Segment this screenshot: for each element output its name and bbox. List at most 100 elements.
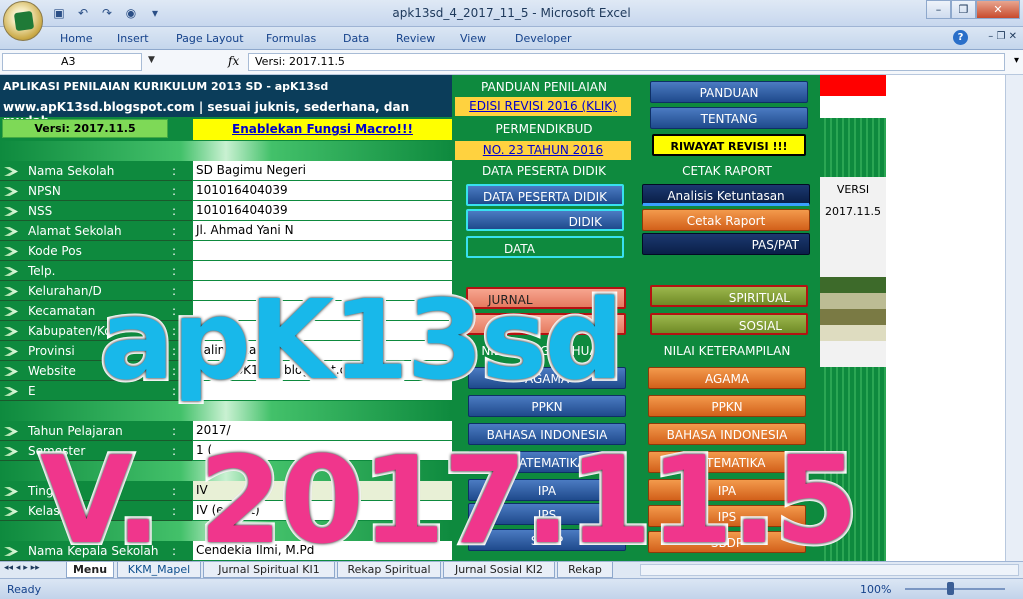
sheet-nav-arrows[interactable]: ◂◂ ◂ ▸ ▸▸ — [4, 563, 40, 573]
field-label: Kelas — [28, 504, 60, 518]
field-label: Kode Pos — [28, 244, 82, 258]
sosial-button[interactable]: SOSIAL — [650, 313, 808, 335]
subject-button[interactable]: PPKN — [468, 395, 626, 417]
field-value[interactable]: IV — [193, 481, 452, 500]
field-row: Kabupaten/Ko: — [0, 321, 192, 341]
version-cell[interactable]: Versi: 2017.11.5 — [2, 119, 168, 138]
field-label: NSS — [28, 204, 53, 218]
worksheet: APLIKASI PENILAIAN KURIKULUM 2013 SD - a… — [0, 75, 1023, 561]
field-value[interactable]: Jl. Ahmad Yani N — [193, 221, 452, 240]
tab-review[interactable]: Review — [396, 32, 435, 45]
pas-pat-button[interactable]: PAS/PAT — [642, 233, 810, 255]
subject-button[interactable]: IPA — [648, 479, 806, 501]
field-label: Kabupaten/Ko — [28, 324, 112, 338]
office-button[interactable] — [3, 1, 43, 41]
zoom-slider-handle[interactable] — [947, 582, 954, 595]
field-row: Tahun Pelajaran: — [0, 421, 192, 441]
subject-button[interactable]: SBDP — [648, 531, 806, 553]
ribbon-window-controls[interactable]: – ❐ ✕ — [988, 31, 1017, 42]
formula-input[interactable]: Versi: 2017.11.5 — [248, 53, 1005, 71]
field-value[interactable]: Kalimantan Timur — [193, 341, 452, 360]
tab-insert[interactable]: Insert — [117, 32, 149, 45]
close-button[interactable]: ✕ — [976, 0, 1020, 19]
color-band — [820, 293, 886, 309]
sheet-tab-menu[interactable]: Menu — [66, 562, 114, 578]
tentang-button[interactable]: TENTANG — [650, 107, 808, 129]
tab-developer[interactable]: Developer — [515, 32, 572, 45]
tab-page-layout[interactable]: Page Layout — [176, 32, 244, 45]
panduan-button[interactable]: PANDUAN — [650, 81, 808, 103]
field-value[interactable]: IV (empat) — [193, 501, 452, 520]
field-value[interactable]: 2017/ — [193, 421, 452, 440]
subject-button[interactable]: SBDP — [468, 529, 626, 551]
field-value[interactable]: www.apK13sd.blogspot.com — [193, 361, 452, 380]
field-row: Nama Kepala Sekolah: — [0, 541, 192, 561]
subject-button[interactable]: BAHASA INDONESIA — [468, 423, 626, 445]
empty-grid-area — [886, 75, 1023, 561]
expand-formula-icon[interactable]: ▾ — [1014, 55, 1019, 66]
sheet-tab-jurnal-spiritual[interactable]: Jurnal Spiritual KI1 — [203, 562, 335, 578]
sosial-mid-button[interactable]: SOSIAL — [466, 313, 626, 335]
data-peserta-button[interactable]: DATA PESERTA DIDIK — [466, 184, 624, 206]
sheet-tab-kkm[interactable]: KKM_Mapel — [117, 562, 201, 578]
field-value[interactable] — [193, 381, 452, 400]
data-button[interactable]: DATA — [466, 236, 624, 258]
chevron-right-icon — [4, 187, 18, 196]
chevron-down-icon[interactable]: ▼ — [148, 55, 155, 65]
field-value[interactable] — [193, 281, 452, 300]
enable-macro-link[interactable]: Enablekan Fungsi Macro!!! — [193, 119, 452, 140]
riwayat-revisi-button[interactable]: RIWAYAT REVISI !!! — [652, 134, 806, 156]
subject-button[interactable]: PPKN — [648, 395, 806, 417]
spiritual-button[interactable]: SPIRITUAL — [650, 285, 808, 307]
subject-button[interactable]: IPS — [648, 505, 806, 527]
name-box[interactable]: A3 — [2, 53, 142, 71]
help-icon[interactable]: ? — [953, 30, 968, 45]
restore-button[interactable]: ❐ — [951, 0, 976, 19]
horizontal-scrollbar[interactable] — [640, 564, 1019, 576]
title-bar: ▣ ↶ ↷ ◉ ▾ apk13sd_4_2017_11_5 - Microsof… — [0, 0, 1023, 41]
field-value[interactable] — [193, 301, 452, 320]
field-value[interactable] — [193, 241, 452, 260]
field-value[interactable]: 101016404039 — [193, 201, 452, 220]
analisis-ketuntasan-button[interactable]: Analisis Ketuntasan — [642, 184, 810, 206]
tab-formulas[interactable]: Formulas — [266, 32, 316, 45]
sheet-tab-jurnal-sosial[interactable]: Jurnal Sosial KI2 — [443, 562, 555, 578]
panduan-penilaian-label: PANDUAN PENILAIAN — [452, 77, 636, 97]
cetak-raport-button[interactable]: Cetak Raport — [642, 209, 810, 231]
vertical-scrollbar[interactable] — [1005, 75, 1023, 561]
subject-button[interactable]: IPS — [468, 503, 626, 525]
peserta-didik-button[interactable]: DIDIK — [466, 209, 624, 231]
subject-button[interactable]: AGAMA — [648, 367, 806, 389]
permendikbud-label: PERMENDIKBUD — [452, 119, 636, 139]
subject-button[interactable]: AGAMA — [468, 367, 626, 389]
sheet-tab-rekap-spiritual[interactable]: Rekap Spiritual — [337, 562, 441, 578]
chevron-right-icon — [4, 207, 18, 216]
insert-function-icon[interactable]: fx — [228, 54, 239, 68]
edisi-revisi-link[interactable]: EDISI REVISI 2016 (KLIK) — [455, 97, 631, 116]
separator-bar — [0, 461, 452, 481]
chevron-right-icon — [4, 167, 18, 176]
chevron-right-icon — [4, 447, 18, 456]
excel-logo-icon — [13, 10, 35, 32]
subject-button[interactable]: IPA — [468, 479, 626, 501]
field-row: NSS: — [0, 201, 192, 221]
permendikbud-link[interactable]: NO. 23 TAHUN 2016 — [455, 141, 631, 160]
field-value[interactable] — [193, 321, 452, 340]
jurnal-button[interactable]: JURNAL — [466, 287, 626, 309]
status-ready: Ready — [7, 583, 42, 596]
subject-button[interactable]: MATEMATIKA — [648, 451, 806, 473]
subject-button[interactable]: MATEMATIKA — [468, 451, 626, 473]
field-value[interactable]: Cendekia Ilmi, M.Pd — [193, 541, 452, 560]
zoom-level: 100% — [860, 583, 892, 596]
zoom-slider[interactable] — [905, 588, 1005, 590]
minimize-button[interactable]: – — [926, 0, 951, 19]
tab-data[interactable]: Data — [343, 32, 369, 45]
sheet-tab-rekap[interactable]: Rekap — [557, 562, 613, 578]
field-value[interactable]: SD Bagimu Negeri — [193, 161, 452, 180]
subject-button[interactable]: BAHASA INDONESIA — [648, 423, 806, 445]
tab-home[interactable]: Home — [60, 32, 92, 45]
field-value[interactable] — [193, 261, 452, 280]
field-value[interactable]: 1 ( — [193, 441, 452, 460]
tab-view[interactable]: View — [460, 32, 486, 45]
field-value[interactable]: 101016404039 — [193, 181, 452, 200]
